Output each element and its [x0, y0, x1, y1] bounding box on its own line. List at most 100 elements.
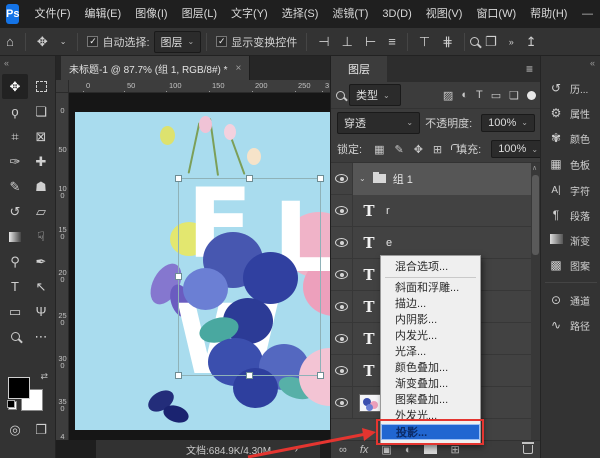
default-colors-icon[interactable] [8, 401, 17, 410]
transform-handle[interactable] [175, 372, 182, 379]
lock-pixels-icon[interactable]: ✎ [392, 143, 405, 156]
transform-handle[interactable] [317, 175, 324, 182]
chevron-down-icon[interactable]: ⌄ [54, 37, 73, 46]
shape-tool[interactable]: ▭ [2, 299, 28, 324]
hand-tool[interactable]: Ψ [28, 299, 54, 324]
lasso-tool[interactable]: ϙ [2, 99, 28, 124]
layer-row-group[interactable]: ⌄ 组 1 [331, 163, 532, 195]
auto-select-dropdown[interactable]: 图层 ⌄ [154, 31, 202, 53]
collapse-panels-icon[interactable]: « [590, 58, 595, 68]
close-tab-icon[interactable]: × [236, 63, 242, 74]
blend-mode-dropdown[interactable]: 穿透 ⌄ [337, 112, 420, 134]
panel-color[interactable]: ✾ 颜色 [541, 126, 600, 150]
visibility-toggle[interactable] [331, 195, 353, 227]
layer-row-text[interactable]: T r [331, 195, 532, 227]
dodge-tool[interactable]: ⚲ [2, 249, 28, 274]
menu-item-gradient-overlay[interactable]: 渐变叠加... [381, 376, 480, 392]
panel-patterns[interactable]: ▩ 图案 [541, 253, 600, 277]
marquee-tool[interactable] [28, 74, 54, 99]
foreground-color-swatch[interactable] [8, 377, 30, 399]
visibility-toggle[interactable] [331, 355, 353, 387]
align-left-icon[interactable]: ⊣ [312, 34, 335, 50]
gradient-tool[interactable] [2, 224, 28, 249]
panel-gradients[interactable]: 渐变 [541, 228, 600, 252]
panel-swatches[interactable]: ▦ 色板 [541, 152, 600, 176]
zoom-tool[interactable] [2, 324, 28, 349]
transform-selection[interactable] [178, 178, 321, 376]
visibility-toggle[interactable] [331, 259, 353, 291]
filter-adjustment-icon[interactable]: ◐ [459, 89, 470, 101]
filter-smart-object-icon[interactable]: ❏ [507, 89, 521, 102]
menu-3d[interactable]: 3D(D) [375, 0, 418, 28]
panel-paths[interactable]: ∿ 路径 [541, 313, 600, 337]
auto-select-checkbox[interactable]: ✓ [87, 36, 98, 47]
eyedropper-tool[interactable]: ✑ [2, 149, 28, 174]
menu-item-inner-shadow[interactable]: 内阴影... [381, 312, 480, 328]
delete-layer-icon[interactable] [523, 445, 533, 454]
transform-handle[interactable] [317, 372, 324, 379]
menu-select[interactable]: 选择(S) [275, 0, 326, 28]
minimize-button[interactable]: — [574, 0, 600, 28]
double-chevron-icon[interactable]: » [503, 37, 520, 47]
menu-item-satin[interactable]: 光泽... [381, 344, 480, 360]
object-selection-tool[interactable]: ❏ [28, 99, 54, 124]
share-icon[interactable]: ↥ [520, 34, 543, 50]
distribute-icon[interactable]: ≡ [382, 34, 402, 49]
collapse-toolbar-icon[interactable]: « [4, 58, 9, 68]
move-tool[interactable]: ✥ [2, 74, 28, 99]
new-group-icon[interactable] [424, 445, 437, 454]
group-chevron-icon[interactable]: ⌄ [359, 174, 366, 183]
align-top-icon[interactable]: ⊤ [413, 34, 436, 50]
menu-item-inner-glow[interactable]: 内发光... [381, 328, 480, 344]
lock-position-icon[interactable]: ✥ [412, 143, 425, 156]
panel-character[interactable]: A| 字符 [541, 178, 600, 202]
edit-toolbar-button[interactable]: ⋯ [28, 324, 54, 349]
visibility-toggle[interactable] [331, 387, 353, 419]
adjustment-layer-icon[interactable]: ◐ [405, 444, 412, 456]
tab-layers[interactable]: 图层 [331, 56, 387, 82]
menu-layer[interactable]: 图层(L) [175, 0, 224, 28]
menu-view[interactable]: 视图(V) [419, 0, 470, 28]
transform-handle[interactable] [175, 273, 182, 280]
clone-stamp-tool[interactable]: ☗ [28, 174, 54, 199]
crop-tool[interactable]: ⌗ [2, 124, 28, 149]
panel-history[interactable]: ↺ 历... [541, 76, 600, 100]
filter-type-icon[interactable]: T [474, 89, 485, 101]
menu-filter[interactable]: 滤镜(T) [325, 0, 375, 28]
screen-mode-button[interactable]: ❐ [28, 418, 54, 442]
panel-channels[interactable]: ⊙ 通道 [541, 288, 600, 312]
transform-handle[interactable] [246, 372, 253, 379]
menu-item-stroke[interactable]: 描边... [381, 296, 480, 312]
canvas[interactable]: F L W [75, 112, 330, 430]
distribute-vertical-icon[interactable]: ⋕ [436, 34, 459, 50]
transform-handle[interactable] [175, 175, 182, 182]
eraser-tool[interactable]: ▱ [28, 199, 54, 224]
menu-item-color-overlay[interactable]: 颜色叠加... [381, 360, 480, 376]
panel-paragraph[interactable]: ¶ 段落 [541, 203, 600, 227]
align-center-icon[interactable]: ⊥ [336, 34, 359, 50]
home-icon[interactable]: ⌂ [0, 34, 20, 49]
filter-pixel-icon[interactable]: ▨ [441, 89, 455, 102]
menu-item-blending-options[interactable]: 混合选项... [381, 259, 480, 275]
menu-type[interactable]: 文字(Y) [224, 0, 275, 28]
layers-scrollbar[interactable]: ∧ [531, 163, 540, 440]
filter-shape-icon[interactable]: ▭ [489, 89, 503, 102]
scroll-up-icon[interactable]: ∧ [532, 164, 537, 172]
menu-help[interactable]: 帮助(H) [523, 0, 574, 28]
brush-tool[interactable]: ✎ [2, 174, 28, 199]
opacity-dropdown[interactable]: 100% ⌄ [481, 114, 535, 132]
swap-colors-icon[interactable]: ⇄ [40, 371, 48, 382]
document-tab[interactable]: 未标题-1 @ 87.7% (组 1, RGB/8#) * × [61, 56, 250, 80]
quick-mask-button[interactable]: ◎ [2, 418, 28, 442]
frame-tool[interactable]: ⊠ [28, 124, 54, 149]
menu-image[interactable]: 图像(I) [128, 0, 174, 28]
lock-transparency-icon[interactable]: ▦ [372, 143, 386, 156]
pen-tool[interactable]: ✒ [28, 249, 54, 274]
fill-dropdown[interactable]: 100% ⌄ [491, 140, 545, 158]
search-icon[interactable] [470, 37, 479, 46]
layer-style-icon[interactable]: fx [360, 444, 369, 456]
filter-type-dropdown[interactable]: 类型 ⌄ [349, 84, 401, 106]
filter-toggle[interactable] [527, 91, 536, 100]
visibility-toggle[interactable] [331, 323, 353, 355]
history-brush-tool[interactable]: ↺ [2, 199, 28, 224]
